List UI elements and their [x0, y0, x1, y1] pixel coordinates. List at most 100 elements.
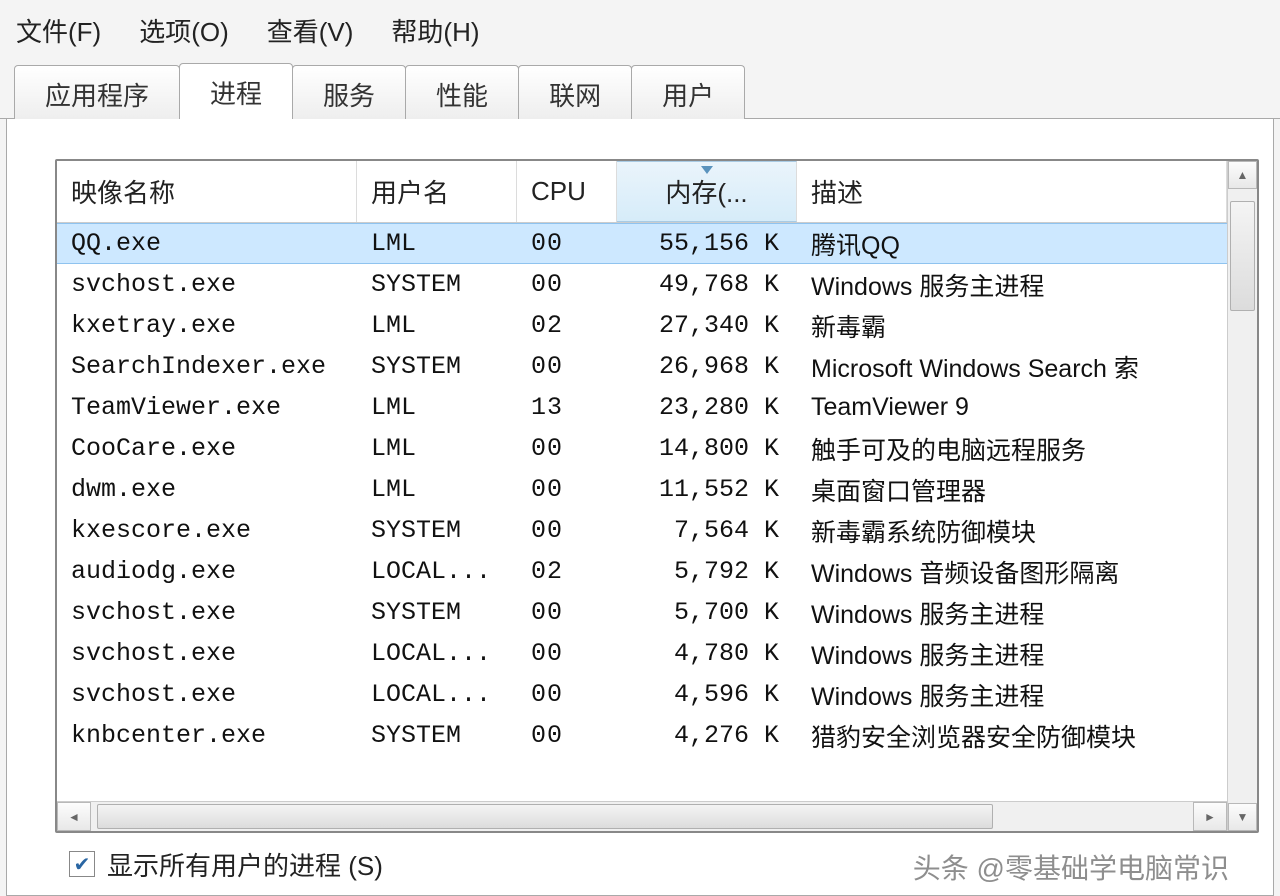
process-user: SYSTEM [357, 516, 517, 545]
process-cpu: 00 [517, 229, 617, 258]
menubar: 文件(F) 选项(O) 查看(V) 帮助(H) [0, 0, 1280, 63]
process-name: TeamViewer.exe [57, 393, 357, 422]
process-name: svchost.exe [57, 598, 357, 627]
process-memory: 4,276 K [617, 721, 797, 750]
process-memory: 5,700 K [617, 598, 797, 627]
process-description: Microsoft Windows Search 索 [797, 349, 1227, 385]
col-header-user-name[interactable]: 用户名 [357, 161, 517, 222]
tab-performance[interactable]: 性能 [405, 65, 519, 119]
horizontal-scrollbar[interactable]: ◄ ► [57, 801, 1227, 831]
process-description: TeamViewer 9 [797, 393, 1227, 422]
tab-services[interactable]: 服务 [292, 65, 406, 119]
tab-processes[interactable]: 进程 [179, 63, 293, 119]
process-cpu: 00 [517, 516, 617, 545]
table-row[interactable]: svchost.exeLOCAL...004,596 KWindows 服务主进… [57, 674, 1227, 715]
process-cpu: 00 [517, 434, 617, 463]
table-row[interactable]: QQ.exeLML0055,156 K腾讯QQ [57, 223, 1227, 264]
process-user: LML [357, 311, 517, 340]
process-cpu: 02 [517, 557, 617, 586]
process-cpu: 00 [517, 598, 617, 627]
table-row[interactable]: CooCare.exeLML0014,800 K触手可及的电脑远程服务 [57, 428, 1227, 469]
process-description: 腾讯QQ [797, 226, 1227, 262]
table-row[interactable]: svchost.exeLOCAL...004,780 KWindows 服务主进… [57, 633, 1227, 674]
menu-help[interactable]: 帮助(H) [377, 8, 493, 53]
process-memory: 7,564 K [617, 516, 797, 545]
vertical-scrollbar[interactable]: ▲ ▼ [1227, 161, 1257, 831]
process-rows: QQ.exeLML0055,156 K腾讯QQsvchost.exeSYSTEM… [57, 223, 1227, 801]
col-header-description[interactable]: 描述 [797, 161, 1227, 222]
table-row[interactable]: svchost.exeSYSTEM005,700 KWindows 服务主进程 [57, 592, 1227, 633]
process-table-frame: 映像名称 用户名 CPU 内存(... 描述 QQ.exeLML0055,156… [55, 159, 1259, 833]
process-memory: 11,552 K [617, 475, 797, 504]
process-description: 触手可及的电脑远程服务 [797, 431, 1227, 467]
process-name: kxescore.exe [57, 516, 357, 545]
task-manager-window: 文件(F) 选项(O) 查看(V) 帮助(H) 应用程序 进程 服务 性能 联网… [0, 0, 1280, 896]
process-description: 猎豹安全浏览器安全防御模块 [797, 718, 1227, 754]
tab-users[interactable]: 用户 [631, 65, 745, 119]
process-user: LOCAL... [357, 639, 517, 668]
process-table: 映像名称 用户名 CPU 内存(... 描述 QQ.exeLML0055,156… [57, 161, 1227, 831]
col-header-cpu[interactable]: CPU [517, 161, 617, 222]
watermark-text: 头条 @零基础学电脑常识 [913, 847, 1229, 887]
process-description: 桌面窗口管理器 [797, 472, 1227, 508]
process-name: dwm.exe [57, 475, 357, 504]
menu-file[interactable]: 文件(F) [2, 8, 115, 53]
process-description: 新毒霸系统防御模块 [797, 513, 1227, 549]
process-memory: 27,340 K [617, 311, 797, 340]
process-name: QQ.exe [57, 229, 357, 258]
scroll-right-arrow-icon[interactable]: ► [1193, 802, 1227, 831]
process-description: Windows 音频设备图形隔离 [797, 554, 1227, 590]
show-all-users-label: 显示所有用户的进程 (S) [107, 846, 383, 883]
table-row[interactable]: audiodg.exeLOCAL...025,792 KWindows 音频设备… [57, 551, 1227, 592]
process-memory: 5,792 K [617, 557, 797, 586]
process-description: Windows 服务主进程 [797, 636, 1227, 672]
scroll-down-arrow-icon[interactable]: ▼ [1228, 803, 1257, 831]
process-memory: 55,156 K [617, 229, 797, 258]
process-memory: 49,768 K [617, 270, 797, 299]
process-name: CooCare.exe [57, 434, 357, 463]
show-all-users-checkbox[interactable]: ✔ [69, 851, 95, 877]
process-description: Windows 服务主进程 [797, 595, 1227, 631]
tab-networking[interactable]: 联网 [518, 65, 632, 119]
process-description: Windows 服务主进程 [797, 267, 1227, 303]
table-row[interactable]: dwm.exeLML0011,552 K桌面窗口管理器 [57, 469, 1227, 510]
process-cpu: 13 [517, 393, 617, 422]
vscroll-track[interactable] [1228, 189, 1257, 803]
process-name: kxetray.exe [57, 311, 357, 340]
process-name: svchost.exe [57, 270, 357, 299]
table-row[interactable]: TeamViewer.exeLML1323,280 KTeamViewer 9 [57, 387, 1227, 428]
table-row[interactable]: kxetray.exeLML0227,340 K新毒霸 [57, 305, 1227, 346]
table-row[interactable]: svchost.exeSYSTEM0049,768 KWindows 服务主进程 [57, 264, 1227, 305]
scroll-up-arrow-icon[interactable]: ▲ [1228, 161, 1257, 189]
process-memory: 4,780 K [617, 639, 797, 668]
process-description: 新毒霸 [797, 308, 1227, 344]
process-user: LML [357, 475, 517, 504]
process-name: SearchIndexer.exe [57, 352, 357, 381]
process-user: LML [357, 229, 517, 258]
process-cpu: 00 [517, 270, 617, 299]
process-memory: 23,280 K [617, 393, 797, 422]
table-row[interactable]: SearchIndexer.exeSYSTEM0026,968 KMicroso… [57, 346, 1227, 387]
process-memory: 14,800 K [617, 434, 797, 463]
tab-strip: 应用程序 进程 服务 性能 联网 用户 [0, 63, 1280, 119]
process-user: SYSTEM [357, 721, 517, 750]
process-name: knbcenter.exe [57, 721, 357, 750]
process-cpu: 00 [517, 639, 617, 668]
table-row[interactable]: kxescore.exeSYSTEM007,564 K新毒霸系统防御模块 [57, 510, 1227, 551]
process-cpu: 00 [517, 475, 617, 504]
menu-view[interactable]: 查看(V) [253, 8, 368, 53]
tab-applications[interactable]: 应用程序 [14, 65, 180, 119]
col-header-image-name[interactable]: 映像名称 [57, 161, 357, 222]
process-description: Windows 服务主进程 [797, 677, 1227, 713]
process-name: audiodg.exe [57, 557, 357, 586]
process-user: LOCAL... [357, 557, 517, 586]
process-user: LML [357, 393, 517, 422]
vscroll-thumb[interactable] [1230, 201, 1255, 311]
hscroll-thumb[interactable] [97, 804, 993, 829]
menu-options[interactable]: 选项(O) [125, 8, 243, 53]
table-row[interactable]: knbcenter.exeSYSTEM004,276 K猎豹安全浏览器安全防御模… [57, 715, 1227, 756]
hscroll-track[interactable] [91, 802, 1193, 831]
process-memory: 4,596 K [617, 680, 797, 709]
scroll-left-arrow-icon[interactable]: ◄ [57, 802, 91, 831]
col-header-memory[interactable]: 内存(... [617, 161, 797, 222]
